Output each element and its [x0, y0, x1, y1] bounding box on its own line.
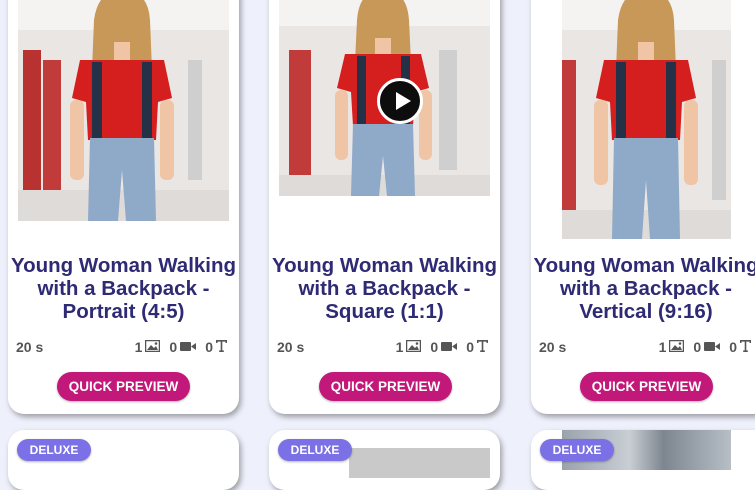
video-count: 0 [430, 339, 439, 355]
asset-counts: 1 0 0 [135, 339, 227, 355]
video-camera-icon [704, 339, 721, 355]
text-icon [477, 339, 488, 355]
card-title-line: Young Woman Walking [533, 254, 755, 277]
image-icon [145, 339, 161, 355]
image-count: 1 [658, 339, 667, 355]
play-icon[interactable] [377, 78, 423, 124]
card-title-line: with a Backpack - [37, 277, 210, 300]
card-title-line: Young Woman Walking [10, 254, 237, 277]
image-icon [406, 339, 422, 355]
video-camera-icon [180, 339, 197, 355]
card-title-line: Square (1:1) [325, 300, 444, 323]
card-title: Young Woman Walking with a Backpack - Po… [8, 254, 239, 323]
text-icon [216, 339, 227, 355]
card-meta: 20 s 1 0 0 [8, 339, 239, 357]
image-count: 1 [395, 339, 404, 355]
asset-counts: 1 0 0 [659, 339, 751, 355]
card-meta: 20 s 1 0 0 [269, 339, 500, 357]
quick-preview-button[interactable]: QUICK PREVIEW [319, 372, 452, 401]
card-title: Young Woman Walking with a Backpack - Sq… [269, 254, 500, 323]
duration-label: 20 s [277, 339, 305, 355]
card-title-line: Young Woman Walking [271, 254, 498, 277]
deluxe-badge: DELUXE [17, 439, 91, 461]
card-title-line: Portrait (4:5) [62, 300, 185, 323]
card-title-line: Vertical (9:16) [579, 300, 713, 323]
template-card-portrait[interactable]: Young Woman Walking with a Backpack - Po… [8, 0, 239, 414]
template-card-square[interactable]: Young Woman Walking with a Backpack - Sq… [269, 0, 500, 414]
quick-preview-button[interactable]: QUICK PREVIEW [580, 372, 713, 401]
image-icon [669, 339, 685, 355]
duration-label: 20 s [16, 339, 44, 355]
deluxe-badge: DELUXE [278, 439, 352, 461]
video-thumbnail[interactable] [349, 448, 490, 478]
template-card-vertical[interactable]: Young Woman Walking with a Backpack - Ve… [531, 0, 755, 414]
quick-preview-button[interactable]: QUICK PREVIEW [57, 372, 190, 401]
text-count: 0 [729, 339, 737, 355]
card-title-line: with a Backpack - [559, 277, 733, 300]
asset-counts: 1 0 0 [396, 339, 488, 355]
text-count: 0 [205, 339, 213, 355]
duration-label: 20 s [539, 339, 567, 355]
text-count: 0 [466, 339, 474, 355]
image-count: 1 [134, 339, 143, 355]
video-thumbnail[interactable] [18, 0, 229, 221]
video-count: 0 [169, 339, 178, 355]
card-title-line: with a Backpack - [298, 277, 471, 300]
video-camera-icon [441, 339, 458, 355]
video-thumbnail[interactable] [562, 0, 731, 239]
card-meta: 20 s 1 0 0 [531, 339, 751, 357]
video-count: 0 [693, 339, 702, 355]
card-title: Young Woman Walking with a Backpack - Ve… [531, 254, 755, 323]
deluxe-badge: DELUXE [540, 439, 614, 461]
text-icon [740, 339, 751, 355]
